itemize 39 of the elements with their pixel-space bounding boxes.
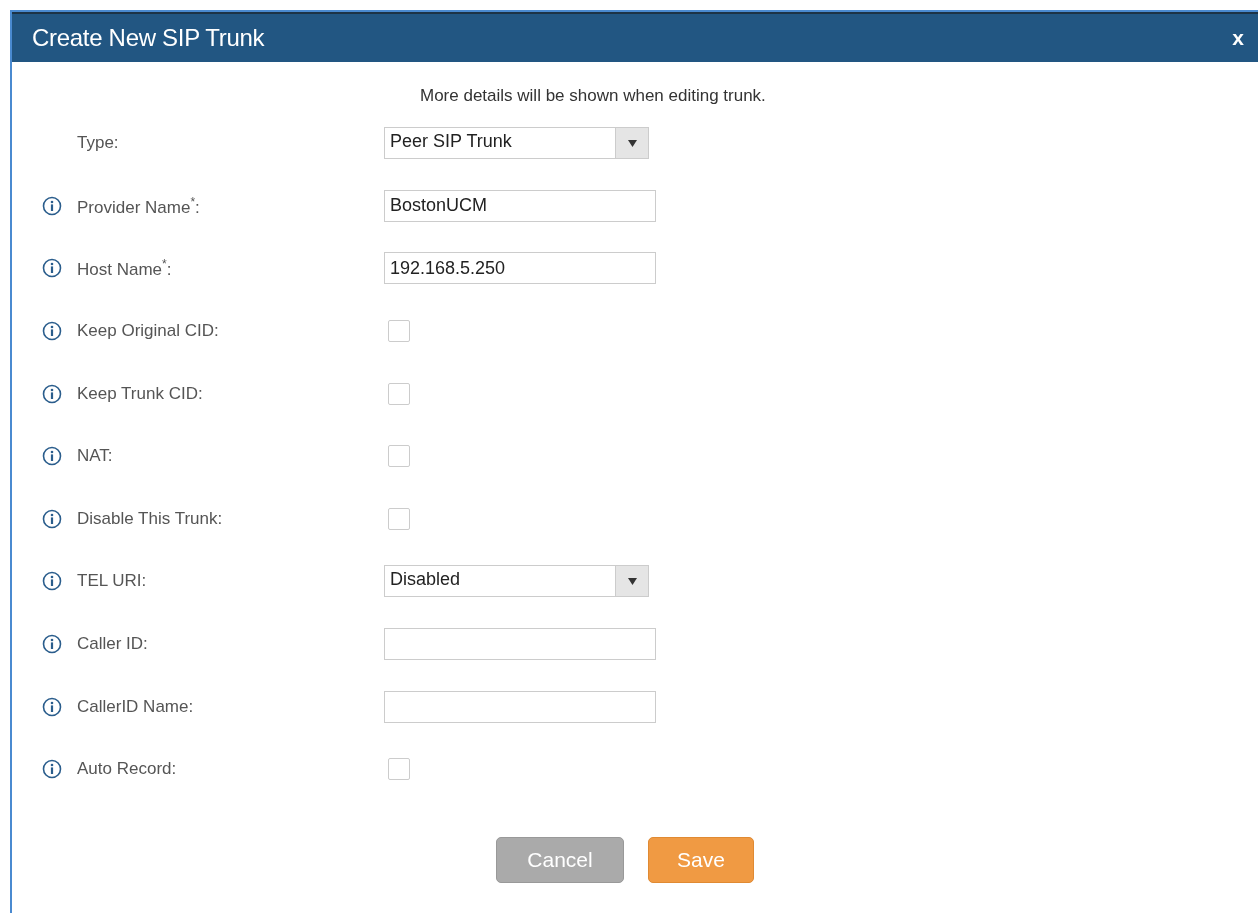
info-icon[interactable] [42, 571, 62, 592]
info-icon[interactable] [42, 383, 62, 404]
info-icon[interactable] [42, 195, 62, 216]
info-icon[interactable] [42, 258, 62, 279]
checkbox[interactable] [388, 320, 410, 343]
input-field[interactable]: 192.168.5.250 [384, 252, 656, 285]
field-label: Disable This Trunk: [77, 508, 223, 529]
dropdown-value: Peer SIP Trunk [389, 130, 513, 154]
input-field[interactable] [384, 628, 656, 661]
checkbox[interactable] [388, 382, 410, 405]
checkbox[interactable] [388, 758, 410, 781]
dropdown-value: Disabled [389, 568, 462, 592]
field-label: CallerID Name: [77, 696, 194, 717]
caret-icon [627, 139, 637, 147]
info-icon[interactable] [42, 759, 62, 780]
info-note: More details will be shown when editing trunk. [420, 86, 767, 107]
input-field[interactable]: BostonUCM [384, 189, 656, 222]
field-label: NAT: [77, 446, 113, 467]
field-label: Provider Name$^{*}$: [77, 194, 200, 218]
close-button[interactable]: x [1228, 26, 1248, 50]
input-field[interactable] [384, 690, 656, 723]
checkbox[interactable] [388, 507, 410, 530]
info-icon[interactable] [42, 696, 62, 717]
field-label: Auto Record: [77, 759, 177, 780]
field-label: Caller ID: [77, 634, 148, 655]
info-icon[interactable] [42, 321, 62, 342]
caret-icon [627, 577, 637, 585]
field-label: Keep Original CID: [77, 321, 219, 342]
info-icon[interactable] [42, 446, 62, 467]
field-label: Host Name$^{*}$: [77, 257, 172, 280]
info-icon[interactable] [42, 634, 62, 655]
checkbox[interactable] [388, 445, 410, 468]
field-label: Keep Trunk CID: [77, 383, 203, 404]
info-icon[interactable] [42, 508, 62, 529]
field-label: TEL URI: [77, 571, 147, 592]
dropdown[interactable]: Disabled [384, 565, 649, 598]
dialog-title: Create New SIP Trunk [32, 24, 265, 52]
field-label: Type: [77, 133, 119, 154]
dropdown[interactable]: Peer SIP Trunk [384, 127, 649, 160]
